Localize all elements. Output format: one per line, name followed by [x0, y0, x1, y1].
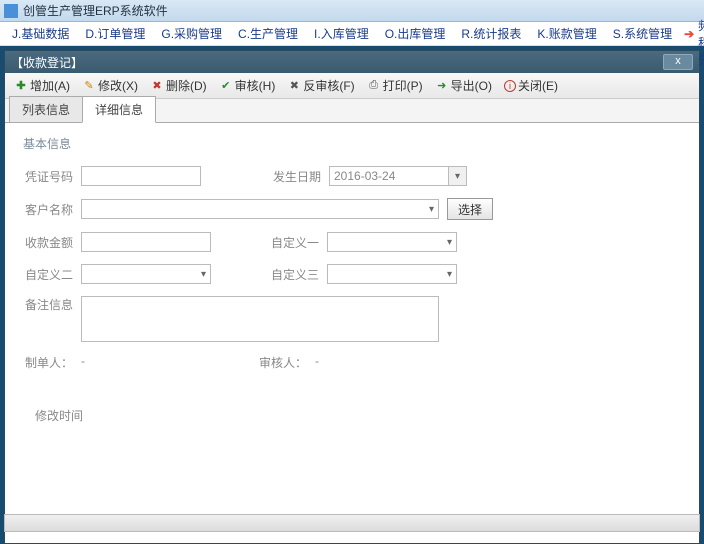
edit-button[interactable]: ✎修改(X)	[77, 75, 143, 96]
menu-order[interactable]: D.订单管理	[77, 22, 153, 45]
unaudit-button[interactable]: ✖反审核(F)	[282, 75, 359, 96]
audit-button[interactable]: ✔审核(H)	[214, 75, 281, 96]
app-title-bar: 创管生产管理ERP系统软件	[0, 0, 704, 22]
tutorial-link[interactable]: 【视频教程，先看	[698, 0, 704, 68]
add-button[interactable]: ✚增加(A)	[9, 75, 75, 96]
menu-system[interactable]: S.系统管理	[605, 22, 680, 45]
modify-time-label: 修改时间	[35, 407, 687, 424]
auditor-value: -	[307, 354, 457, 371]
plus-icon: ✚	[14, 79, 28, 93]
status-bar	[4, 514, 700, 532]
export-label: 导出(O)	[451, 77, 492, 94]
print-button[interactable]: ⎙打印(P)	[362, 75, 428, 96]
menu-production[interactable]: C.生产管理	[230, 22, 306, 45]
delete-label: 删除(D)	[166, 77, 207, 94]
occur-date-label: 发生日期	[265, 168, 321, 185]
customer-label: 客户名称	[17, 201, 73, 218]
basic-info-header: 基本信息	[23, 135, 687, 152]
inner-window-title: 【收款登记】	[11, 54, 83, 71]
add-label: 增加(A)	[30, 77, 70, 94]
edit-label: 修改(X)	[98, 77, 138, 94]
audit-label: 审核(H)	[235, 77, 276, 94]
main-menu-bar: J.基础数据 D.订单管理 G.采购管理 C.生产管理 I.入库管理 O.出库管…	[0, 22, 704, 46]
custom2-label: 自定义二	[17, 266, 73, 283]
menu-in-stock[interactable]: I.入库管理	[306, 22, 377, 45]
menu-basic-data[interactable]: J.基础数据	[4, 22, 77, 45]
custom1-label: 自定义一	[263, 234, 319, 251]
voucher-no-input[interactable]	[81, 166, 201, 186]
voucher-no-label: 凭证号码	[17, 168, 73, 185]
app-icon	[4, 4, 18, 18]
close-icon: i	[504, 80, 516, 92]
remark-label: 备注信息	[17, 296, 73, 313]
check-icon: ✔	[219, 79, 233, 93]
tab-list[interactable]: 列表信息	[9, 96, 83, 122]
detail-panel: 基本信息 凭证号码 发生日期 ▾ 客户名称 选择 收款金额 自定义一 自定义二	[5, 123, 699, 543]
close-label: 关闭(E)	[518, 77, 558, 94]
inner-close-button[interactable]: x	[663, 54, 693, 70]
menu-accounts[interactable]: K.账款管理	[529, 22, 604, 45]
remark-textarea[interactable]	[81, 296, 439, 342]
amount-label: 收款金额	[17, 234, 73, 251]
select-customer-button[interactable]: 选择	[447, 198, 493, 220]
menu-reports[interactable]: R.统计报表	[453, 22, 529, 45]
printer-icon: ⎙	[367, 79, 381, 93]
auditor-label: 审核人：	[251, 354, 307, 371]
delete-button[interactable]: ✖删除(D)	[145, 75, 212, 96]
occur-date-input[interactable]	[329, 166, 449, 186]
unaudit-label: 反审核(F)	[303, 77, 354, 94]
creator-value: -	[73, 354, 223, 371]
close-button[interactable]: i关闭(E)	[499, 75, 563, 96]
date-picker-icon[interactable]: ▾	[449, 166, 467, 186]
receipt-register-window: 【收款登记】 x ✚增加(A) ✎修改(X) ✖删除(D) ✔审核(H) ✖反审…	[4, 50, 700, 544]
pencil-icon: ✎	[82, 79, 96, 93]
amount-input[interactable]	[81, 232, 211, 252]
menu-purchase[interactable]: G.采购管理	[153, 22, 230, 45]
menu-out-stock[interactable]: O.出库管理	[377, 22, 454, 45]
custom2-select[interactable]	[81, 264, 211, 284]
inner-title-bar: 【收款登记】 x	[5, 51, 699, 73]
export-icon: ➜	[435, 79, 449, 93]
tab-detail[interactable]: 详细信息	[82, 96, 156, 123]
export-button[interactable]: ➜导出(O)	[430, 75, 497, 96]
creator-label: 制单人：	[17, 354, 73, 371]
custom3-select[interactable]	[327, 264, 457, 284]
x-icon: ✖	[150, 79, 164, 93]
arrow-icon: ➔	[680, 27, 698, 41]
custom3-label: 自定义三	[263, 266, 319, 283]
app-title: 创管生产管理ERP系统软件	[23, 2, 168, 19]
uncheck-icon: ✖	[287, 79, 301, 93]
print-label: 打印(P)	[383, 77, 423, 94]
tab-bar: 列表信息 详细信息	[5, 99, 699, 123]
custom1-select[interactable]	[327, 232, 457, 252]
customer-select[interactable]	[81, 199, 439, 219]
